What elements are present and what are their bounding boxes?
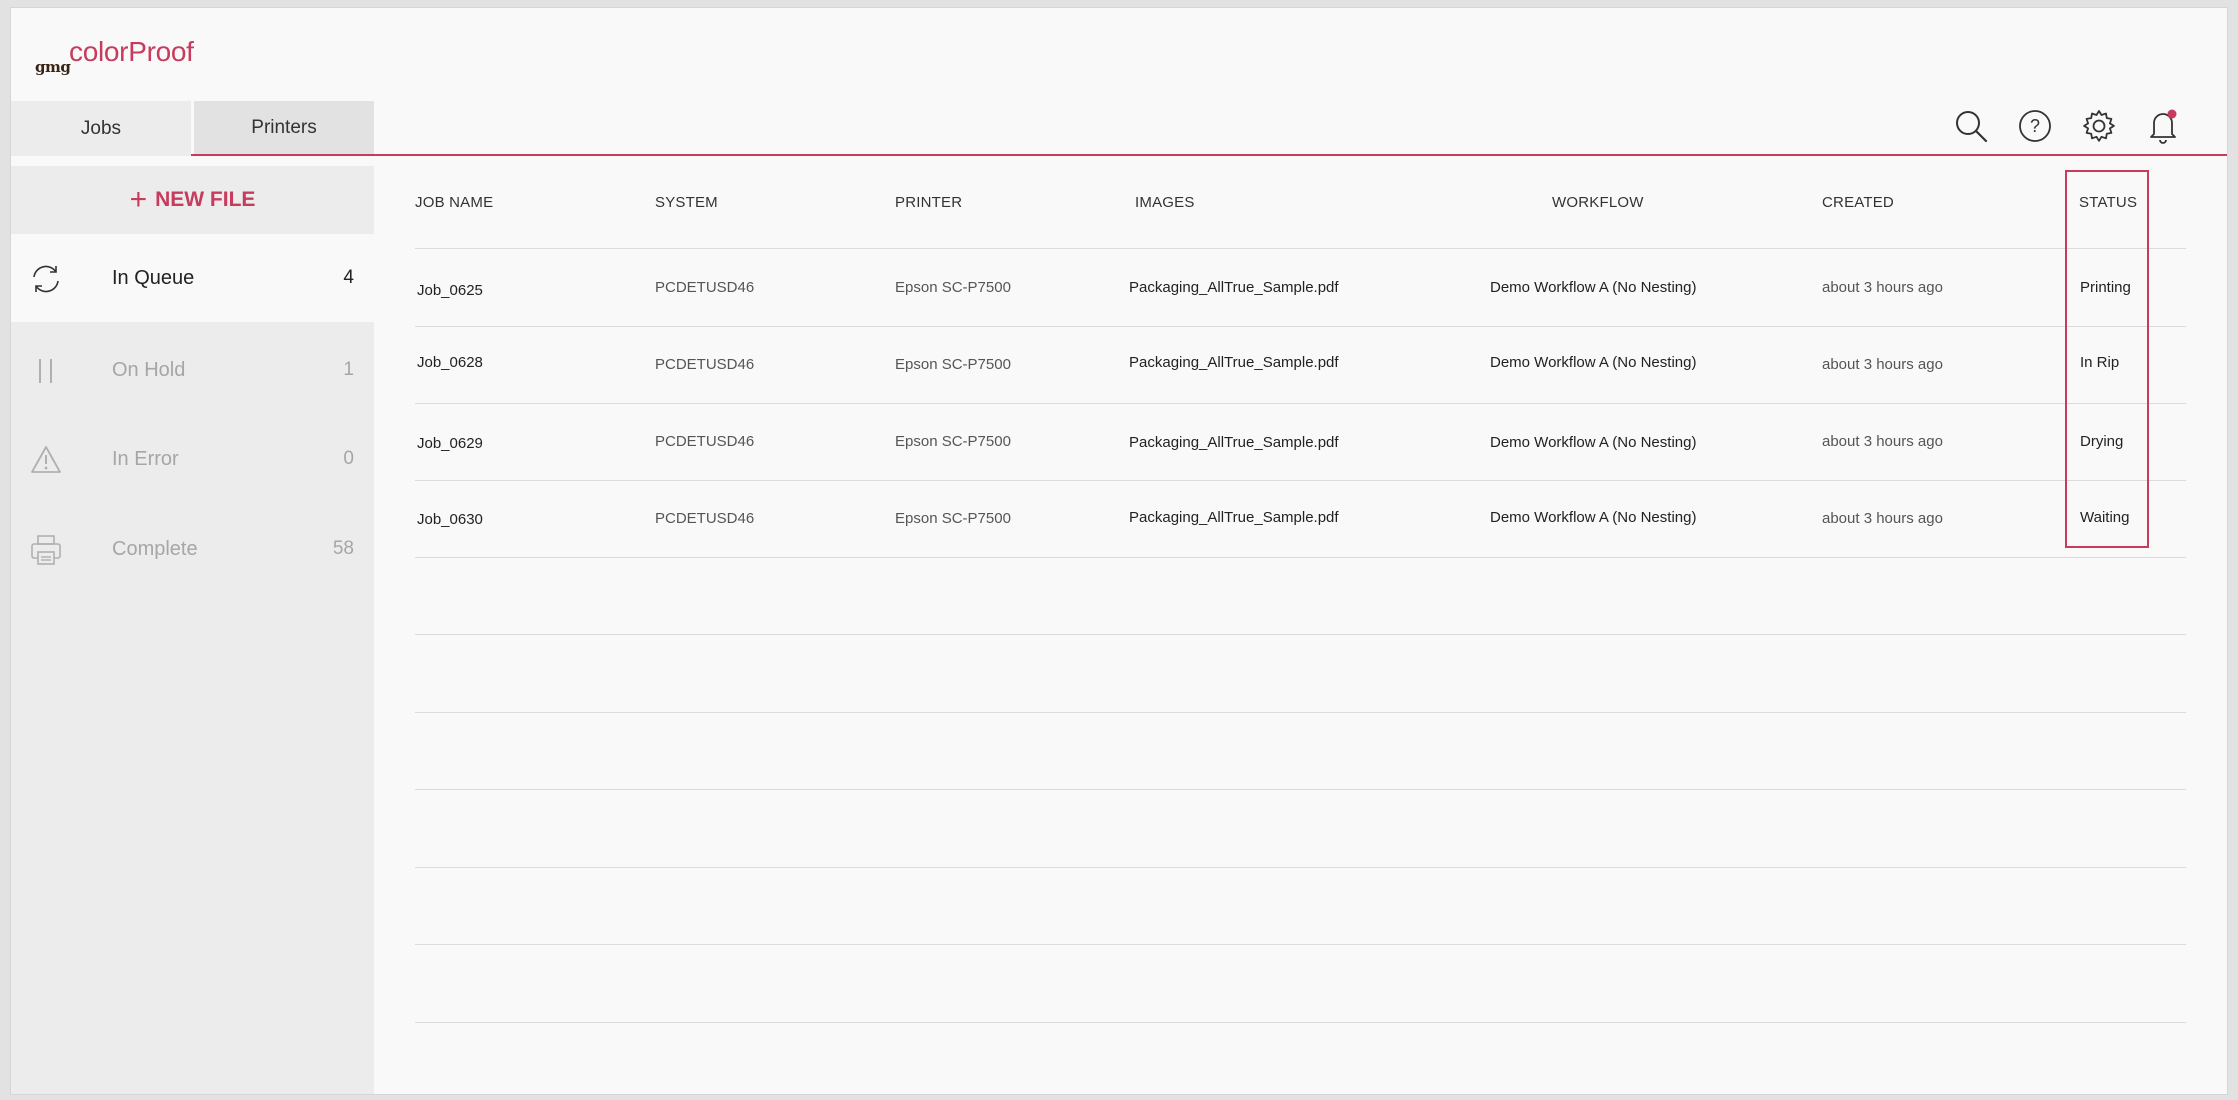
cell-images: Packaging_AllTrue_Sample.pdf bbox=[1129, 434, 1339, 451]
plus-icon: + bbox=[129, 183, 148, 216]
row-divider bbox=[415, 789, 2186, 790]
cell-images: Packaging_AllTrue_Sample.pdf bbox=[1129, 354, 1339, 371]
cell-created: about 3 hours ago bbox=[1822, 356, 1943, 373]
printer-icon bbox=[31, 535, 61, 565]
search-icon[interactable] bbox=[1951, 102, 1991, 150]
sidebar-item-in-error[interactable]: In Error 0 bbox=[11, 415, 374, 503]
sidebar-item-in-queue[interactable]: In Queue 4 bbox=[11, 234, 374, 322]
new-file-label: NEW FILE bbox=[155, 188, 256, 211]
cell-printer: Epson SC-P7500 bbox=[895, 433, 1011, 450]
notification-dot bbox=[2167, 109, 2177, 119]
row-divider bbox=[415, 634, 2186, 635]
sidebar-item-count: 1 bbox=[343, 359, 354, 380]
main-tabs: Jobs Printers bbox=[11, 101, 2227, 156]
bell-icon[interactable] bbox=[2143, 102, 2183, 150]
cell-job-name: Job_0628 bbox=[417, 354, 483, 371]
cell-status: Waiting bbox=[2080, 509, 2130, 526]
cell-system: PCDETUSD46 bbox=[655, 433, 755, 450]
cell-workflow: Demo Workflow A (No Nesting) bbox=[1490, 279, 1697, 296]
jobs-panel: JOB NAME SYSTEM PRINTER IMAGES WORKFLOW … bbox=[374, 166, 2227, 1094]
sidebar-item-on-hold[interactable]: On Hold 1 bbox=[11, 326, 374, 414]
refresh-icon bbox=[33, 265, 59, 293]
pause-icon bbox=[39, 359, 52, 383]
cell-images: Packaging_AllTrue_Sample.pdf bbox=[1129, 509, 1339, 526]
col-header-created[interactable]: CREATED bbox=[1822, 194, 1894, 211]
row-divider bbox=[415, 944, 2186, 945]
gear-icon[interactable] bbox=[2079, 102, 2119, 150]
sidebar-item-label: In Error bbox=[112, 447, 179, 470]
app-window: gmg colorProof Jobs Printers ? + NEW FIL… bbox=[10, 7, 2228, 1095]
cell-created: about 3 hours ago bbox=[1822, 510, 1943, 527]
sidebar-item-label: Complete bbox=[112, 537, 198, 560]
sidebar-item-complete[interactable]: Complete 58 bbox=[11, 505, 374, 593]
row-divider bbox=[415, 403, 2186, 404]
row-divider bbox=[415, 712, 2186, 713]
cell-job-name: Job_0630 bbox=[417, 511, 483, 528]
sidebar-item-count: 58 bbox=[332, 538, 354, 559]
col-header-images[interactable]: IMAGES bbox=[1135, 194, 1195, 211]
cell-created: about 3 hours ago bbox=[1822, 279, 1943, 296]
row-divider bbox=[415, 480, 2186, 481]
cell-created: about 3 hours ago bbox=[1822, 433, 1943, 450]
sidebar-item-count: 4 bbox=[343, 267, 354, 288]
sidebar-item-label: In Queue bbox=[112, 266, 195, 289]
cell-status: In Rip bbox=[2080, 354, 2120, 371]
cell-job-name: Job_0625 bbox=[417, 282, 483, 299]
cell-printer: Epson SC-P7500 bbox=[895, 510, 1011, 527]
new-file-button[interactable]: + NEW FILE bbox=[11, 166, 374, 234]
cell-workflow: Demo Workflow A (No Nesting) bbox=[1490, 434, 1697, 451]
col-header-printer[interactable]: PRINTER bbox=[895, 194, 962, 211]
sidebar-item-label: On Hold bbox=[112, 358, 186, 381]
row-divider bbox=[415, 1022, 2186, 1023]
cell-status: Drying bbox=[2080, 433, 2124, 450]
logo-colorproof: colorProof bbox=[69, 36, 194, 67]
col-header-system[interactable]: SYSTEM bbox=[655, 194, 718, 211]
cell-images: Packaging_AllTrue_Sample.pdf bbox=[1129, 279, 1339, 296]
col-header-workflow[interactable]: WORKFLOW bbox=[1552, 194, 1644, 211]
col-header-status[interactable]: STATUS bbox=[2079, 194, 2137, 211]
cell-system: PCDETUSD46 bbox=[655, 279, 755, 296]
tab-underline bbox=[11, 154, 2227, 156]
row-divider bbox=[415, 867, 2186, 868]
svg-text:?: ? bbox=[2030, 116, 2040, 136]
logo-gmg: gmg bbox=[35, 58, 71, 76]
cell-printer: Epson SC-P7500 bbox=[895, 356, 1011, 373]
row-divider bbox=[415, 557, 2186, 558]
tab-jobs[interactable]: Jobs bbox=[11, 101, 191, 156]
cell-workflow: Demo Workflow A (No Nesting) bbox=[1490, 509, 1697, 526]
warning-icon bbox=[31, 446, 61, 473]
cell-status: Printing bbox=[2080, 279, 2131, 296]
row-divider bbox=[415, 326, 2186, 327]
sidebar: + NEW FILE In Queue 4 On Hold 1 In Error… bbox=[11, 166, 374, 1094]
cell-printer: Epson SC-P7500 bbox=[895, 279, 1011, 296]
row-divider bbox=[415, 248, 2186, 249]
tab-printers[interactable]: Printers bbox=[194, 101, 374, 154]
cell-system: PCDETUSD46 bbox=[655, 510, 755, 527]
cell-system: PCDETUSD46 bbox=[655, 356, 755, 373]
sidebar-item-count: 0 bbox=[343, 448, 354, 469]
help-icon[interactable]: ? bbox=[2015, 102, 2055, 150]
col-header-job-name[interactable]: JOB NAME bbox=[415, 194, 493, 211]
cell-job-name: Job_0629 bbox=[417, 435, 483, 452]
cell-workflow: Demo Workflow A (No Nesting) bbox=[1490, 354, 1697, 371]
